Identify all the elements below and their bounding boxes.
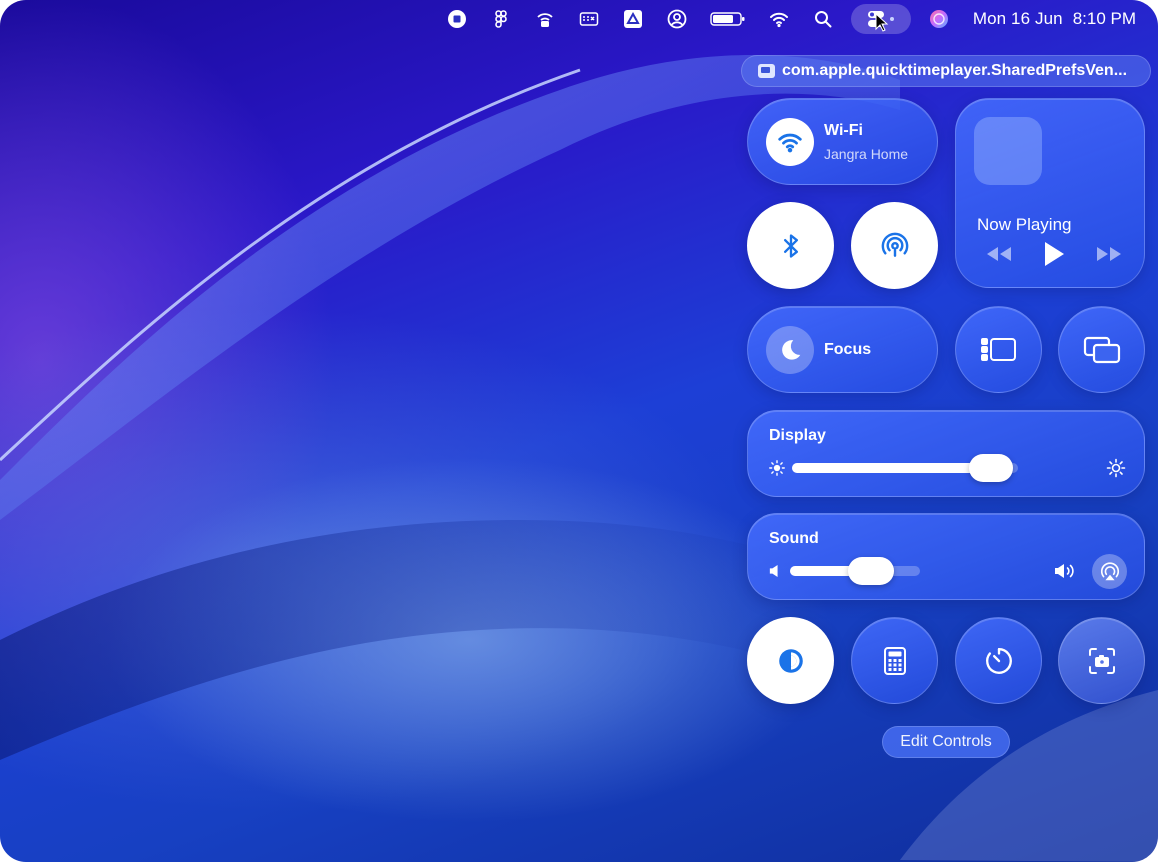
screenshot-icon (1088, 647, 1115, 674)
calculator-icon (883, 646, 906, 675)
edit-controls-button[interactable]: Edit Controls (882, 726, 1010, 758)
focus-toggle[interactable] (766, 326, 814, 374)
display-slider-knob[interactable] (968, 454, 1013, 482)
now-playing-tile[interactable]: Now Playing (955, 98, 1145, 288)
stop-record-icon[interactable] (446, 8, 468, 30)
wifi-icon[interactable] (768, 8, 790, 30)
wifi-network-name: Jangra Home (824, 146, 909, 162)
display-slider-fill (792, 463, 991, 473)
stage-manager-icon (980, 337, 1016, 361)
audio-output-button[interactable] (1092, 554, 1127, 589)
display-tile: Display (747, 410, 1145, 497)
screen-mirroring-icon (1083, 336, 1120, 363)
airplay-audio-icon (1100, 561, 1119, 580)
siri-icon[interactable] (928, 8, 950, 30)
volume-low-icon (769, 565, 778, 577)
display-title: Display (769, 427, 826, 444)
timer-icon (985, 647, 1012, 674)
brightness-high-icon (1106, 458, 1126, 478)
mouse-cursor-icon (875, 13, 889, 32)
menu-time[interactable]: 8:10 PM (1073, 9, 1136, 29)
focus-tile[interactable]: Focus (747, 306, 938, 393)
wifi-icon (778, 133, 802, 153)
fast-forward-icon[interactable] (1094, 244, 1124, 264)
figma-icon[interactable] (490, 8, 512, 30)
play-icon[interactable] (1042, 240, 1066, 268)
keyboard-icon[interactable] (578, 8, 600, 30)
stage-manager-button[interactable] (955, 306, 1042, 393)
search-icon[interactable] (812, 8, 834, 30)
calculator-button[interactable] (851, 617, 938, 704)
screen-mirroring-button[interactable] (1058, 306, 1145, 393)
dark-mode-button[interactable] (747, 617, 834, 704)
album-art (974, 117, 1042, 185)
sound-tile: Sound (747, 513, 1145, 600)
wifi-toggle[interactable] (766, 118, 814, 166)
drive-icon[interactable] (622, 8, 644, 30)
sound-slider-knob[interactable] (847, 557, 894, 585)
app-bundle-banner: com.apple.quicktimeplayer.SharedPrefsVen… (741, 55, 1151, 87)
airdrop-button[interactable] (851, 202, 938, 289)
brightness-low-icon (769, 460, 785, 476)
account-icon[interactable] (666, 8, 688, 30)
moon-icon (782, 340, 801, 360)
rewind-icon[interactable] (984, 244, 1014, 264)
now-playing-title: Now Playing (977, 215, 1072, 234)
desktop: Mon 16 Jun 8:10 PM com.apple.quicktimepl… (0, 0, 1158, 862)
bluetooth-button[interactable] (747, 202, 834, 289)
screenshot-button[interactable] (1058, 617, 1145, 704)
wifi-title: Wi-Fi (824, 122, 863, 139)
app-window-icon (758, 64, 775, 78)
airdrop-icon (881, 232, 908, 257)
playback-controls (984, 239, 1124, 269)
bundle-text: com.apple.quicktimeplayer.SharedPrefsVen… (782, 62, 1128, 79)
battery-icon[interactable] (710, 8, 746, 30)
wifi-tile[interactable]: Wi-Fi Jangra Home (747, 98, 938, 185)
volume-high-icon (1055, 564, 1074, 578)
focus-title: Focus (824, 341, 872, 358)
dark-mode-icon (778, 648, 803, 673)
hotspot-icon[interactable] (534, 8, 556, 30)
bluetooth-icon (783, 233, 798, 258)
menu-bar: Mon 16 Jun 8:10 PM (0, 0, 1158, 38)
sound-title: Sound (769, 530, 819, 547)
timer-button[interactable] (955, 617, 1042, 704)
menu-date[interactable]: Mon 16 Jun (973, 9, 1063, 29)
control-center-button[interactable] (850, 4, 911, 34)
